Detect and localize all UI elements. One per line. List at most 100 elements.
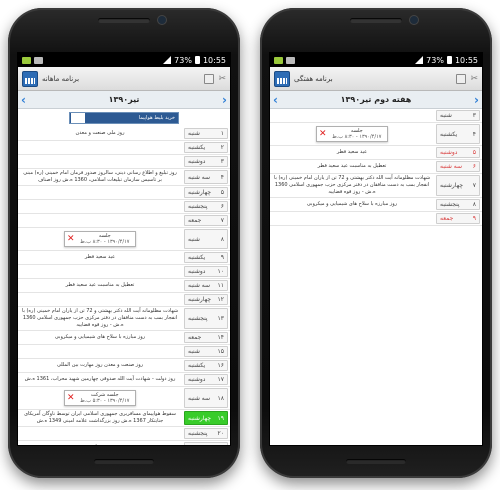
day-row[interactable]: شنبه ۳ <box>270 109 482 123</box>
day-row[interactable]: ✕ جلسه ۱۳۹۰/۴/۱۷ - ۸:۳۰ ب.ظ شنبه ۸ <box>18 228 230 251</box>
day-cell[interactable]: یکشنبه ۱۶ <box>184 360 228 371</box>
copy-icon[interactable] <box>456 73 467 84</box>
day-name: دوشنبه <box>188 376 206 383</box>
calendar-icon[interactable] <box>274 70 290 87</box>
day-number: ۹ <box>472 215 476 222</box>
delete-note-icon[interactable]: ✕ <box>67 393 75 403</box>
day-cell[interactable]: دوشنبه ۱۰ <box>184 266 228 277</box>
day-events: سقوط هواپیمای مسافربری جمهوری اسلامی ایر… <box>18 410 182 426</box>
day-cell[interactable]: شنبه ۱ <box>184 128 228 139</box>
day-number: ۵ <box>220 189 224 196</box>
next-month-arrow-icon[interactable]: › <box>222 94 227 106</box>
day-cell[interactable]: سه شنبه ۱۱ <box>184 280 228 291</box>
day-row[interactable]: عید سعید فطر دوشنبه ۵ <box>270 146 482 160</box>
tools-icon[interactable]: ✂ <box>470 74 478 84</box>
day-cell[interactable]: دوشنبه ۱۷ <box>184 374 228 385</box>
day-cell[interactable]: جمعه ۲۱ <box>184 442 228 445</box>
day-events: ✕ جلسه ۱۳۹۰/۴/۱۷ - ۸:۳۰ ب.ظ <box>18 228 182 250</box>
day-cell[interactable]: شنبه ۸ <box>184 229 228 249</box>
reminder-note[interactable]: ✕ جلسه شرکت ۱۳۹۰/۴/۱۷ - ۵:۳۰ ب.ظ <box>64 390 136 406</box>
day-cell[interactable]: دوشنبه ۳ <box>184 156 228 167</box>
day-cell[interactable]: سه شنبه ۱۸ <box>184 388 228 408</box>
day-number: ۱۶ <box>217 362 224 369</box>
day-row[interactable]: پنجشنبه ۶ <box>18 200 230 214</box>
delete-note-icon[interactable]: ✕ <box>319 129 327 139</box>
day-row[interactable]: جمعه ۹ <box>270 212 482 226</box>
day-row[interactable]: ✕ جلسه ۱۳۹۰/۴/۱۷ - ۸:۳۰ ب.ظ یکشنبه ۴ <box>270 123 482 146</box>
day-events <box>18 200 182 213</box>
day-cell[interactable]: پنجشنبه ۱۳ <box>184 308 228 329</box>
day-row[interactable]: تعطیل به مناسبت عید سعید فطر سه شنبه ۱۱ <box>18 279 230 293</box>
day-events: عید سعید فطر <box>270 146 434 159</box>
day-row[interactable]: روز صنعت و معدن روز مهارت بین المللی یکشن… <box>18 359 230 373</box>
day-number: ۷ <box>472 182 476 189</box>
day-cell[interactable]: چهارشنبه ۵ <box>184 187 228 198</box>
calendar-icon[interactable] <box>22 70 38 87</box>
day-row[interactable]: یکشنبه ۲ <box>18 141 230 155</box>
day-cell[interactable]: سه شنبه ۴ <box>184 170 228 184</box>
day-cell[interactable]: پنجشنبه ۲۰ <box>184 428 228 439</box>
front-camera <box>410 16 418 24</box>
day-row[interactable]: روز قلم جمعه ۲۱ <box>18 441 230 445</box>
day-cell[interactable]: چهارشنبه ۱۲ <box>184 294 228 305</box>
day-row[interactable]: روز مبارزه با سلاح های شیمیایی و میکروبی… <box>270 198 482 212</box>
day-row[interactable]: چهارشنبه ۱۲ <box>18 293 230 307</box>
day-row[interactable]: عید سعید فطر یکشنبه ۹ <box>18 251 230 265</box>
signal-icon <box>415 56 424 64</box>
day-cell[interactable]: پنجشنبه ۸ <box>436 199 480 210</box>
day-row[interactable]: تعطیل به مناسبت عید سعید فطر سه شنبه ۶ <box>270 160 482 174</box>
copy-icon[interactable] <box>204 73 215 84</box>
note-date: ۱۳۹۰/۴/۱۷ - ۸:۳۰ ب.ظ <box>80 239 130 245</box>
day-events <box>270 212 434 225</box>
delete-note-icon[interactable]: ✕ <box>67 234 75 244</box>
day-row[interactable]: روز تبلیغ و اطلاع رسانی دینی، سالروز صدو… <box>18 169 230 186</box>
next-week-arrow-icon[interactable]: › <box>474 94 479 106</box>
day-cell[interactable]: شنبه ۱۵ <box>184 346 228 357</box>
day-number: ۳ <box>472 112 476 119</box>
reminder-note[interactable]: ✕ جلسه ۱۳۹۰/۴/۱۷ - ۸:۳۰ ب.ظ <box>64 231 136 247</box>
day-row[interactable]: ✕ جلسه شرکت ۱۳۹۰/۴/۱۷ - ۵:۳۰ ب.ظ سه شنبه ۱۸ <box>18 387 230 410</box>
day-row[interactable]: شنبه ۱۵ <box>18 345 230 359</box>
prev-week-arrow-icon[interactable]: ‹ <box>273 94 278 106</box>
day-cell[interactable]: جمعه ۱۴ <box>184 332 228 343</box>
day-cell[interactable]: یکشنبه ۲ <box>184 142 228 153</box>
day-cell[interactable]: چهارشنبه ۷ <box>436 175 480 196</box>
day-number: ۳ <box>220 158 224 165</box>
day-cell[interactable]: سه شنبه ۶ <box>436 161 480 172</box>
day-number: ۷ <box>220 217 224 224</box>
app-title[interactable]: برنامه هفتگی <box>294 75 333 83</box>
day-number: ۲۰ <box>217 430 224 437</box>
day-row[interactable]: روز مبارزه با سلاح های شیمیایی و میکروبی… <box>18 331 230 345</box>
day-name: یکشنبه <box>440 130 458 138</box>
day-row[interactable]: پنجشنبه ۲۰ <box>18 427 230 441</box>
day-row[interactable]: شهادت مظلومانه آیت الله دکتر بهشتی و 72 … <box>18 307 230 331</box>
day-row[interactable]: چهارشنبه ۵ <box>18 186 230 200</box>
event-text: عید سعید فطر <box>336 149 368 155</box>
day-row[interactable]: شهادت مظلومانه آیت الله دکتر بهشتی و 72 … <box>270 174 482 198</box>
day-cell[interactable]: پنجشنبه ۶ <box>184 201 228 212</box>
tools-icon[interactable]: ✂ <box>218 74 226 84</box>
reminder-note[interactable]: ✕ جلسه ۱۳۹۰/۴/۱۷ - ۸:۳۰ ب.ظ <box>316 126 388 142</box>
day-row[interactable]: سقوط هواپیمای مسافربری جمهوری اسلامی ایر… <box>18 410 230 427</box>
prev-month-arrow-icon[interactable]: ‹ <box>21 94 26 106</box>
day-row[interactable]: دوشنبه ۳ <box>18 155 230 169</box>
day-cell[interactable]: شنبه ۳ <box>436 110 480 121</box>
day-row[interactable]: جمعه ۷ <box>18 214 230 228</box>
day-number: ۲۱ <box>218 444 224 445</box>
day-name: دوشنبه <box>188 268 206 275</box>
day-events: تعطیل به مناسبت عید سعید فطر <box>270 160 434 173</box>
day-cell[interactable]: چهارشنبه ۱۹ <box>184 411 228 425</box>
day-cell[interactable]: جمعه ۹ <box>436 213 480 224</box>
day-name: شنبه <box>440 112 452 119</box>
day-cell[interactable]: جمعه ۷ <box>184 215 228 226</box>
day-row[interactable]: دوشنبه ۱۰ <box>18 265 230 279</box>
day-cell[interactable]: یکشنبه ۴ <box>436 124 480 144</box>
day-cell[interactable]: دوشنبه ۵ <box>436 147 480 158</box>
day-row[interactable]: روز دولت - شهادت آیت الله صدوقی چهارمین … <box>18 373 230 387</box>
app-title[interactable]: برنامه ماهانه <box>42 75 79 83</box>
day-cell[interactable]: یکشنبه ۹ <box>184 252 228 263</box>
ad-banner[interactable]: خرید بلیط هواپیما <box>69 112 179 124</box>
day-number: ۶ <box>472 163 476 170</box>
day-row[interactable]: روز ملی صنعت و معدن شنبه ۱ <box>18 127 230 141</box>
day-events: روز ملی صنعت و معدن <box>18 127 182 140</box>
